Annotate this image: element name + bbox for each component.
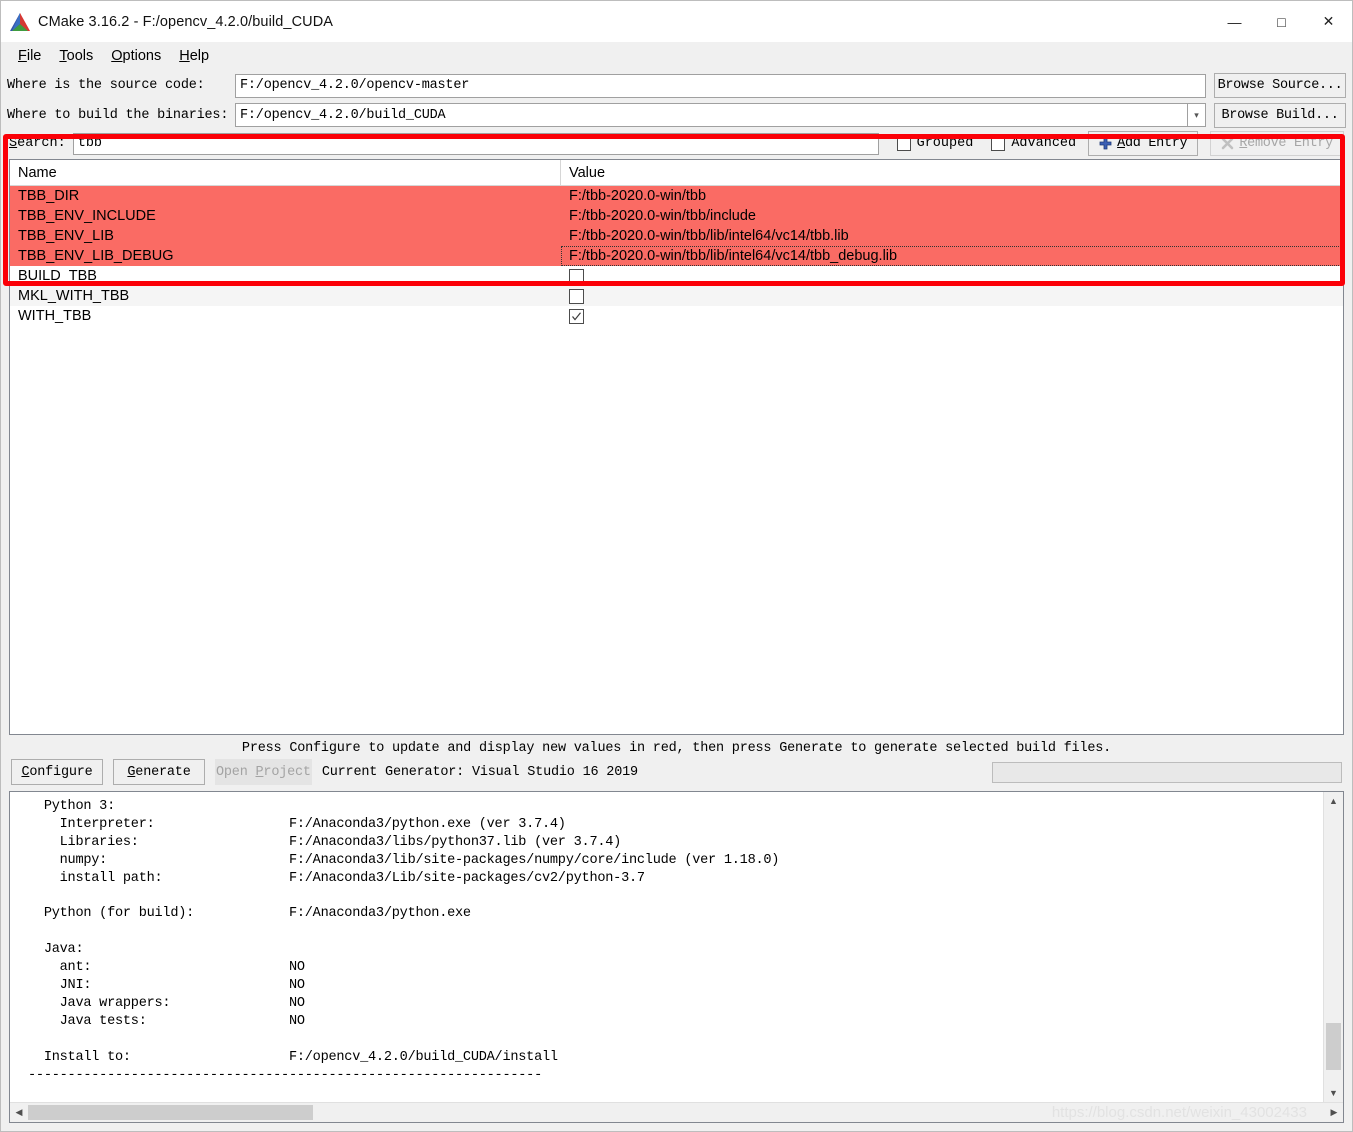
- progress-bar: [992, 761, 1342, 783]
- cache-entry-value[interactable]: [561, 266, 1343, 286]
- table-body: TBB_DIR F:/tbb-2020.0-win/tbb TBB_ENV_INCL…: [10, 186, 1343, 326]
- table-row[interactable]: BUILD_TBB: [10, 266, 1343, 286]
- search-toolbar: Search: tbb Grouped Advanced Add Entry R…: [1, 128, 1352, 159]
- action-button-row: Configure Generate Open Project Current …: [1, 759, 1352, 791]
- cache-entry-value[interactable]: F:/tbb-2020.0-win/tbb/lib/intel64/vc14/t…: [561, 226, 1343, 246]
- advanced-checkbox-box: [991, 136, 1006, 151]
- scroll-up-icon[interactable]: ▲: [1324, 792, 1343, 810]
- column-header-name[interactable]: Name: [10, 160, 561, 185]
- advanced-checkbox[interactable]: Advanced: [991, 136, 1076, 151]
- advanced-checkbox-label: Advanced: [1011, 136, 1077, 151]
- menu-tools[interactable]: Tools: [50, 46, 102, 66]
- current-generator-text: Current Generator: Visual Studio 16 2019: [321, 764, 638, 780]
- maximize-button[interactable]: □: [1258, 1, 1305, 42]
- window-title: CMake 3.16.2 - F:/opencv_4.2.0/build_CUD…: [38, 13, 334, 30]
- add-entry-button[interactable]: Add Entry: [1088, 131, 1199, 156]
- table-row[interactable]: TBB_ENV_INCLUDE F:/tbb-2020.0-win/tbb/inc…: [10, 206, 1343, 226]
- cache-entry-value[interactable]: F:/tbb-2020.0-win/tbb/lib/intel64/vc14/t…: [561, 246, 1343, 266]
- grouped-checkbox-box: [896, 136, 911, 151]
- menu-file-label-rest: ile: [26, 47, 42, 64]
- cache-entry-checkbox[interactable]: [569, 268, 584, 284]
- cache-entry-name: TBB_DIR: [18, 188, 80, 204]
- menu-help-label-rest: elp: [189, 47, 210, 64]
- build-path-input[interactable]: F:/opencv_4.2.0/build_CUDA: [235, 103, 1188, 127]
- scroll-down-icon[interactable]: ▼: [1324, 1084, 1343, 1102]
- close-button[interactable]: ✕: [1305, 1, 1352, 42]
- cache-entry-value[interactable]: F:/tbb-2020.0-win/tbb/include: [561, 206, 1343, 226]
- generate-button[interactable]: Generate: [113, 759, 205, 785]
- minimize-button[interactable]: —: [1211, 1, 1258, 42]
- cache-entry-checkbox[interactable]: [569, 288, 584, 304]
- remove-entry-label: Remove Entry: [1239, 136, 1333, 151]
- vertical-scroll-track[interactable]: [1324, 810, 1343, 1084]
- remove-entry-label-rest: emove Entry: [1247, 136, 1333, 151]
- build-path-row: Where to build the binaries: F:/opencv_4…: [1, 102, 1352, 128]
- browse-build-button[interactable]: Browse Build...: [1214, 102, 1346, 128]
- window-controls: — □ ✕: [1211, 1, 1352, 42]
- build-path-label: Where to build the binaries:: [7, 107, 229, 123]
- horizontal-scroll-track[interactable]: [28, 1103, 1325, 1122]
- source-path-row: Where is the source code: F:/opencv_4.2.…: [1, 69, 1352, 102]
- configure-button[interactable]: Configure: [11, 759, 103, 785]
- cmake-gui-window: CMake 3.16.2 - F:/opencv_4.2.0/build_CUD…: [0, 0, 1353, 1132]
- add-entry-label: Add Entry: [1117, 136, 1188, 151]
- cache-entry-name: MKL_WITH_TBB: [18, 288, 130, 304]
- cache-entry-name: TBB_ENV_LIB: [18, 228, 114, 244]
- scroll-left-icon[interactable]: ◀: [10, 1103, 28, 1122]
- horizontal-scroll-thumb[interactable]: [28, 1105, 313, 1120]
- menu-bar: File Tools Options Help: [1, 42, 1352, 69]
- log-body: Python 3: Interpreter: F:/Anaconda3/pyth…: [10, 792, 1343, 1102]
- remove-x-icon: [1221, 137, 1234, 150]
- add-entry-label-rest: dd Entry: [1124, 136, 1188, 151]
- browse-source-button[interactable]: Browse Source...: [1214, 73, 1346, 98]
- column-header-value[interactable]: Value: [561, 160, 1343, 185]
- cache-variables-table[interactable]: Name Value TBB_DIR F:/tbb-2020.0-win/tbb T…: [9, 159, 1344, 735]
- remove-entry-button: Remove Entry: [1210, 131, 1344, 156]
- plus-icon: [1099, 137, 1112, 150]
- open-project-button: Open Project: [215, 759, 312, 785]
- browse-build-label: Browse Build...: [1221, 107, 1339, 123]
- cmake-logo-icon: [10, 12, 30, 31]
- vertical-scroll-thumb[interactable]: [1326, 1023, 1341, 1070]
- open-project-label: Open Project: [216, 764, 311, 780]
- menu-tools-label-rest: ools: [66, 47, 94, 64]
- table-header-row: Name Value: [10, 160, 1343, 186]
- cache-entry-name: WITH_TBB: [18, 308, 92, 324]
- log-text: Python 3: Interpreter: F:/Anaconda3/pyth…: [28, 799, 780, 1083]
- generate-label: Generate: [127, 764, 191, 780]
- cache-entry-name: TBB_ENV_INCLUDE: [18, 208, 156, 224]
- table-row[interactable]: TBB_ENV_LIB_DEBUG F:/tbb-2020.0-win/tbb/l…: [10, 246, 1343, 266]
- cache-entry-value[interactable]: [561, 306, 1343, 326]
- log-horizontal-scrollbar[interactable]: ◀ ▶: [10, 1102, 1343, 1122]
- grouped-checkbox[interactable]: Grouped: [896, 136, 974, 151]
- menu-file[interactable]: File: [9, 46, 50, 66]
- search-input[interactable]: tbb: [72, 132, 879, 155]
- source-path-input[interactable]: F:/opencv_4.2.0/opencv-master: [235, 73, 1206, 98]
- cache-entry-value[interactable]: F:/tbb-2020.0-win/tbb: [561, 186, 1343, 206]
- table-row[interactable]: WITH_TBB: [10, 306, 1343, 326]
- source-path-label: Where is the source code:: [7, 78, 205, 93]
- log-vertical-scrollbar[interactable]: ▲ ▼: [1323, 792, 1343, 1102]
- table-row[interactable]: MKL_WITH_TBB: [10, 286, 1343, 306]
- configure-label: Configure: [21, 764, 93, 780]
- menu-options-label-rest: ptions: [122, 47, 162, 64]
- title-bar: CMake 3.16.2 - F:/opencv_4.2.0/build_CUD…: [1, 1, 1352, 42]
- cache-entry-checkbox[interactable]: [569, 308, 584, 324]
- log-output-panel[interactable]: Python 3: Interpreter: F:/Anaconda3/pyth…: [9, 791, 1344, 1123]
- table-row[interactable]: TBB_ENV_LIB F:/tbb-2020.0-win/tbb/lib/int…: [10, 226, 1343, 246]
- menu-options[interactable]: Options: [102, 46, 170, 66]
- search-label: Search:: [9, 136, 66, 151]
- cache-entry-name: TBB_ENV_LIB_DEBUG: [18, 248, 174, 264]
- cache-entry-value[interactable]: [561, 286, 1343, 306]
- menu-help[interactable]: Help: [170, 46, 218, 66]
- table-row[interactable]: TBB_DIR F:/tbb-2020.0-win/tbb: [10, 186, 1343, 206]
- grouped-checkbox-label: Grouped: [916, 136, 974, 151]
- scroll-right-icon[interactable]: ▶: [1325, 1103, 1343, 1122]
- configure-hint-text: Press Configure to update and display ne…: [241, 741, 1112, 756]
- browse-source-label: Browse Source...: [1217, 78, 1343, 93]
- cache-entry-name: BUILD_TBB: [18, 268, 97, 284]
- build-path-dropdown-icon[interactable]: ▾: [1188, 103, 1206, 127]
